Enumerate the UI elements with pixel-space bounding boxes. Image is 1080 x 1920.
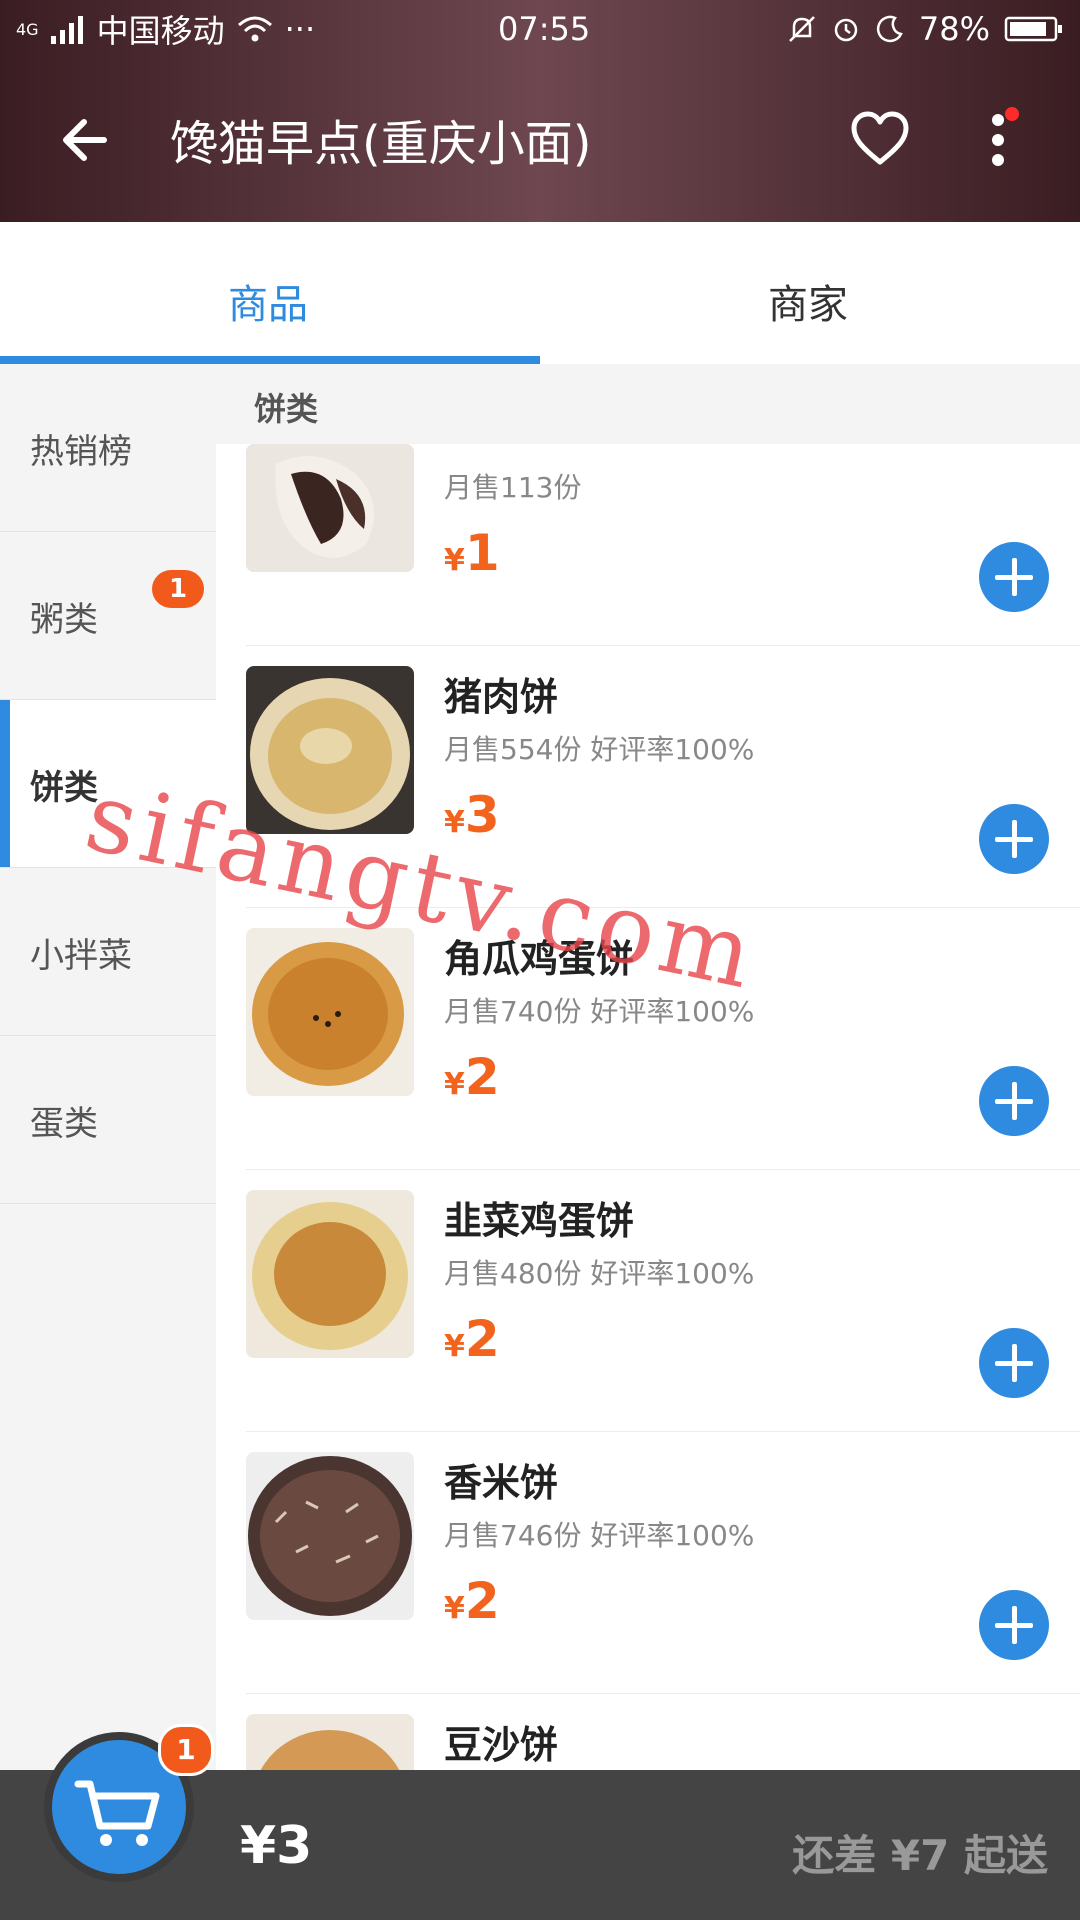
product-stats: 月售746份 好评率100% (444, 1519, 755, 1552)
count-badge: 1 (152, 570, 204, 608)
product-item[interactable]: 月售113份 ¥1 (216, 444, 1080, 646)
product-image (246, 1190, 414, 1358)
more-menu-icon[interactable] (980, 106, 1020, 176)
product-stats: 月售113份 (444, 471, 582, 504)
product-item[interactable]: 角瓜鸡蛋饼 月售740份 好评率100% ¥2 (216, 908, 1080, 1170)
product-name: 猪肉饼 (444, 675, 559, 719)
cart-count-badge: 1 (158, 1724, 214, 1776)
product-image (246, 1452, 414, 1620)
product-stats: 月售740份 好评率100% (444, 995, 755, 1028)
moon-icon (876, 15, 903, 43)
product-list[interactable]: 月售113份 ¥1 猪肉饼 月售554份 好评率100% ¥3 角瓜鸡蛋饼 月售… (216, 444, 1080, 1770)
section-title: 饼类 (254, 390, 319, 428)
carrier-name: 中国移动 (96, 12, 225, 50)
signal-bars-icon (50, 16, 83, 44)
sidebar-item-eggs[interactable]: 蛋类 (0, 1036, 216, 1204)
sidebar-item-hot[interactable]: 热销榜 (0, 364, 216, 532)
tab-merchant[interactable]: 商家 (768, 272, 848, 330)
product-image (246, 444, 414, 572)
sidebar-item-label: 粥类 (30, 600, 98, 640)
product-item[interactable]: 香米饼 月售746份 好评率100% ¥2 (216, 1432, 1080, 1694)
sidebar-item-label: 饼类 (30, 768, 98, 808)
product-stats: 月售554份 好评率100% (444, 733, 755, 766)
product-price: ¥2 (444, 1048, 500, 1106)
sidebar-item-side-dishes[interactable]: 小拌菜 (0, 868, 216, 1036)
product-price: ¥3 (444, 786, 500, 844)
sidebar-item-porridge[interactable]: 粥类 1 (0, 532, 216, 700)
product-name: 香米饼 (444, 1461, 559, 1505)
product-price: ¥1 (444, 524, 500, 582)
product-price: ¥2 (444, 1310, 500, 1368)
alarm-icon (834, 18, 858, 42)
battery-icon (1004, 16, 1062, 42)
product-stats: 月售480份 好评率100% (444, 1257, 755, 1290)
status-dots: ··· (284, 10, 316, 48)
tab-bar: 商品 商家 (0, 222, 1080, 365)
tab-products[interactable]: 商品 (228, 272, 308, 330)
heart-icon[interactable] (850, 110, 910, 166)
sidebar-item-label: 热销榜 (30, 432, 132, 472)
product-name: 豆沙饼 (444, 1723, 559, 1767)
wifi-icon (237, 16, 272, 42)
category-sidebar: 热销榜 粥类 1 饼类 小拌菜 蛋类 (0, 364, 216, 1920)
product-item[interactable]: 猪肉饼 月售554份 好评率100% ¥3 (216, 646, 1080, 908)
product-image (246, 666, 414, 834)
product-name: 角瓜鸡蛋饼 (444, 937, 635, 981)
product-name: 韭菜鸡蛋饼 (444, 1199, 635, 1243)
section-header: 饼类 (216, 364, 1080, 444)
product-price: ¥2 (444, 1572, 500, 1630)
add-to-cart-button[interactable] (979, 542, 1049, 612)
sidebar-item-pancakes[interactable]: 饼类 (0, 700, 216, 868)
add-to-cart-button[interactable] (979, 1590, 1049, 1660)
mute-bell-icon (788, 16, 815, 42)
battery-percent: 78% (918, 10, 990, 48)
product-item[interactable]: 豆沙饼 (216, 1694, 1080, 1770)
add-to-cart-button[interactable] (979, 1066, 1049, 1136)
product-item[interactable]: 韭菜鸡蛋饼 月售480份 好评率100% ¥2 (216, 1170, 1080, 1432)
back-arrow-icon[interactable] (56, 110, 116, 170)
add-to-cart-button[interactable] (979, 1328, 1049, 1398)
tab-indicator (0, 356, 540, 364)
signal-label: 4G (16, 19, 39, 39)
cart-total: ¥3 (240, 1816, 313, 1876)
page-title: 馋猫早点(重庆小面) (170, 116, 592, 172)
add-to-cart-button[interactable] (979, 804, 1049, 874)
product-image (246, 928, 414, 1096)
product-image (246, 1714, 414, 1770)
sidebar-item-label: 小拌菜 (30, 936, 132, 976)
min-order-message: 还差 ¥7 起送 (792, 1831, 1048, 1880)
status-time: 07:55 (498, 10, 591, 48)
sidebar-item-label: 蛋类 (30, 1104, 98, 1144)
status-bar: 4G 中国移动 ··· 07:55 78% (0, 0, 1080, 58)
